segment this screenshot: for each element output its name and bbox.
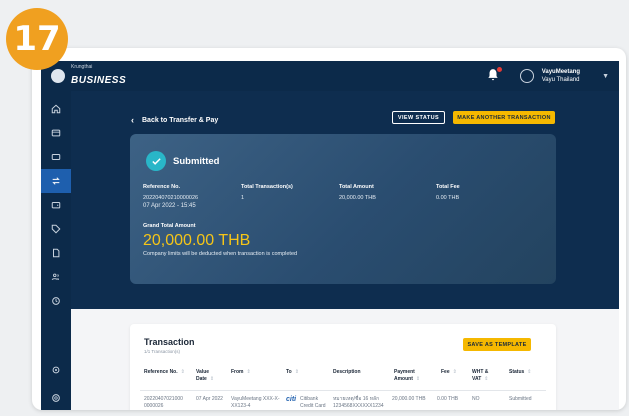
column-header-status[interactable]: Status ⇕ bbox=[509, 369, 531, 376]
cell-reference: 20220407021000 0000026 bbox=[144, 396, 183, 409]
total-fee-field: Total Fee 0.00 THB bbox=[436, 184, 460, 201]
view-status-button[interactable]: VIEW STATUS bbox=[392, 111, 445, 124]
transaction-count: 1/1 Transaction(s) bbox=[144, 349, 181, 354]
sort-icon: ⇕ bbox=[180, 369, 185, 375]
limit-note: Company limits will be deducted when tra… bbox=[143, 251, 298, 257]
column-header-to[interactable]: To ⇕ bbox=[286, 369, 299, 376]
settings-icon bbox=[52, 366, 60, 374]
logo-icon bbox=[51, 69, 65, 83]
sidebar-item-settings[interactable] bbox=[41, 358, 71, 382]
sidebar-item-home[interactable] bbox=[41, 97, 71, 121]
screenshot-stage: 17 Krungthai BUSINESS VayuMeetang Vayu T… bbox=[0, 0, 629, 416]
cell-value-date: 07 Apr 2022 bbox=[196, 396, 223, 402]
reference-value: 202204070210000026 bbox=[143, 195, 199, 201]
column-header-payment-amount[interactable]: Payment Amount ⇕ bbox=[394, 369, 434, 383]
home-icon bbox=[51, 104, 61, 114]
user-company: Vayu Thailand bbox=[541, 77, 580, 83]
column-header-value-date[interactable]: Value Date ⇕ bbox=[196, 369, 220, 383]
divider bbox=[140, 390, 546, 391]
reference-label: Reference No. bbox=[143, 184, 180, 190]
user-menu[interactable]: VayuMeetang Vayu Thailand bbox=[542, 68, 580, 84]
brand-name: BUSINESS bbox=[71, 75, 127, 86]
wallet-icon bbox=[51, 202, 61, 209]
sidebar-item-transfer[interactable] bbox=[41, 169, 71, 193]
save-as-template-button[interactable]: SAVE AS TEMPLATE bbox=[463, 338, 531, 351]
chevron-down-icon[interactable]: ▼ bbox=[602, 73, 609, 80]
sort-icon: ⇕ bbox=[246, 369, 251, 375]
back-link[interactable]: ‹ Back to Transfer & Pay bbox=[131, 115, 218, 125]
cell-to: Citibank Credit Card 6047 bbox=[300, 396, 326, 409]
sort-icon: ⇕ bbox=[415, 376, 421, 382]
top-app-bar: Krungthai BUSINESS VayuMeetang Vayu Thai… bbox=[41, 61, 619, 91]
transfer-icon bbox=[52, 177, 60, 185]
sort-icon: ⇕ bbox=[452, 369, 457, 375]
transaction-panel: Transaction 1/1 Transaction(s) SAVE AS T… bbox=[130, 324, 556, 410]
card-icon bbox=[51, 154, 61, 160]
back-label: Back to Transfer & Pay bbox=[142, 116, 219, 124]
cell-description: หมายเหตุ/ชื่อ 16 หลัก 1234568XXXXXX1234 bbox=[333, 396, 384, 409]
avatar[interactable] bbox=[519, 69, 534, 83]
sort-icon: ⇕ bbox=[484, 376, 489, 382]
column-header-wht-vat[interactable]: WHT & VAT ⇕ bbox=[472, 369, 500, 383]
tag-icon bbox=[51, 224, 61, 234]
account-icon bbox=[51, 129, 61, 137]
cell-fee: 0.00 THB bbox=[437, 396, 459, 402]
history-icon bbox=[52, 297, 60, 305]
citibank-logo: citi bbox=[286, 396, 297, 403]
make-another-transaction-button[interactable]: MAKE ANOTHER TRANSACTION bbox=[453, 111, 555, 124]
total-transactions-field: Total Transaction(s) 1 bbox=[241, 184, 293, 201]
total-amount-label: Total Amount bbox=[339, 184, 374, 190]
total-fee-value: 0.00 THB bbox=[436, 195, 460, 201]
sidebar-item-help[interactable] bbox=[41, 386, 71, 410]
brand-top: Krungthai bbox=[71, 64, 93, 70]
sidebar-item-cards[interactable] bbox=[41, 145, 71, 169]
status-title: Submitted bbox=[173, 156, 220, 167]
column-header-reference[interactable]: Reference No. ⇕ bbox=[144, 369, 185, 376]
column-header-from[interactable]: From ⇕ bbox=[231, 369, 251, 376]
sidebar-item-documents[interactable] bbox=[41, 241, 71, 265]
app-window: Krungthai BUSINESS VayuMeetang Vayu Thai… bbox=[32, 48, 626, 410]
cell-payment-amount: 20,000.00 THB bbox=[392, 396, 426, 402]
chevron-left-icon: ‹ bbox=[131, 115, 134, 125]
document-icon bbox=[53, 248, 60, 258]
notification-button[interactable] bbox=[486, 67, 502, 84]
user-name: VayuMeetang bbox=[541, 69, 581, 75]
sidebar-item-history[interactable] bbox=[41, 289, 71, 313]
grand-total-label: Grand Total Amount bbox=[143, 223, 196, 229]
total-fee-label: Total Fee bbox=[436, 184, 460, 190]
sidebar-item-tag[interactable] bbox=[41, 217, 71, 241]
total-transactions-label: Total Transaction(s) bbox=[241, 184, 293, 190]
summary-card: Submitted Reference No. 2022040702100000… bbox=[130, 134, 556, 284]
sidebar-item-wallet[interactable] bbox=[41, 193, 71, 217]
notification-dot bbox=[496, 67, 502, 72]
sort-icon: ⇕ bbox=[527, 369, 532, 375]
check-icon bbox=[146, 151, 166, 171]
grand-total-value: 20,000.00 THB bbox=[143, 232, 251, 249]
total-amount-field: Total Amount 20,000.00 THB bbox=[339, 184, 376, 201]
sort-icon: ⇕ bbox=[209, 376, 215, 382]
brand-logo[interactable]: Krungthai BUSINESS bbox=[51, 64, 126, 88]
column-header-fee[interactable]: Fee ⇕ bbox=[441, 369, 457, 376]
transaction-title: Transaction bbox=[144, 337, 195, 347]
step-badge: 17 bbox=[6, 8, 68, 70]
cell-status: Submitted bbox=[509, 396, 532, 402]
total-amount-value: 20,000.00 THB bbox=[339, 195, 376, 201]
sidebar-item-users[interactable] bbox=[41, 265, 71, 289]
main-content: ‹ Back to Transfer & Pay VIEW STATUS MAK… bbox=[71, 91, 619, 410]
column-header-description: Description bbox=[333, 369, 361, 375]
users-icon bbox=[51, 273, 59, 281]
sort-icon: ⇕ bbox=[294, 369, 299, 375]
help-icon bbox=[52, 394, 60, 402]
cell-from: VayuMeetang XXX-X-XX123-4 bbox=[231, 396, 280, 409]
sidebar bbox=[41, 91, 71, 410]
cell-wht-vat: NO bbox=[472, 396, 480, 402]
total-transactions-value: 1 bbox=[241, 195, 245, 201]
transaction-date: 07 Apr 2022 - 15:45 bbox=[143, 203, 196, 209]
reference-field: Reference No. 202204070210000026 bbox=[143, 184, 198, 201]
sidebar-item-accounts[interactable] bbox=[41, 121, 71, 145]
